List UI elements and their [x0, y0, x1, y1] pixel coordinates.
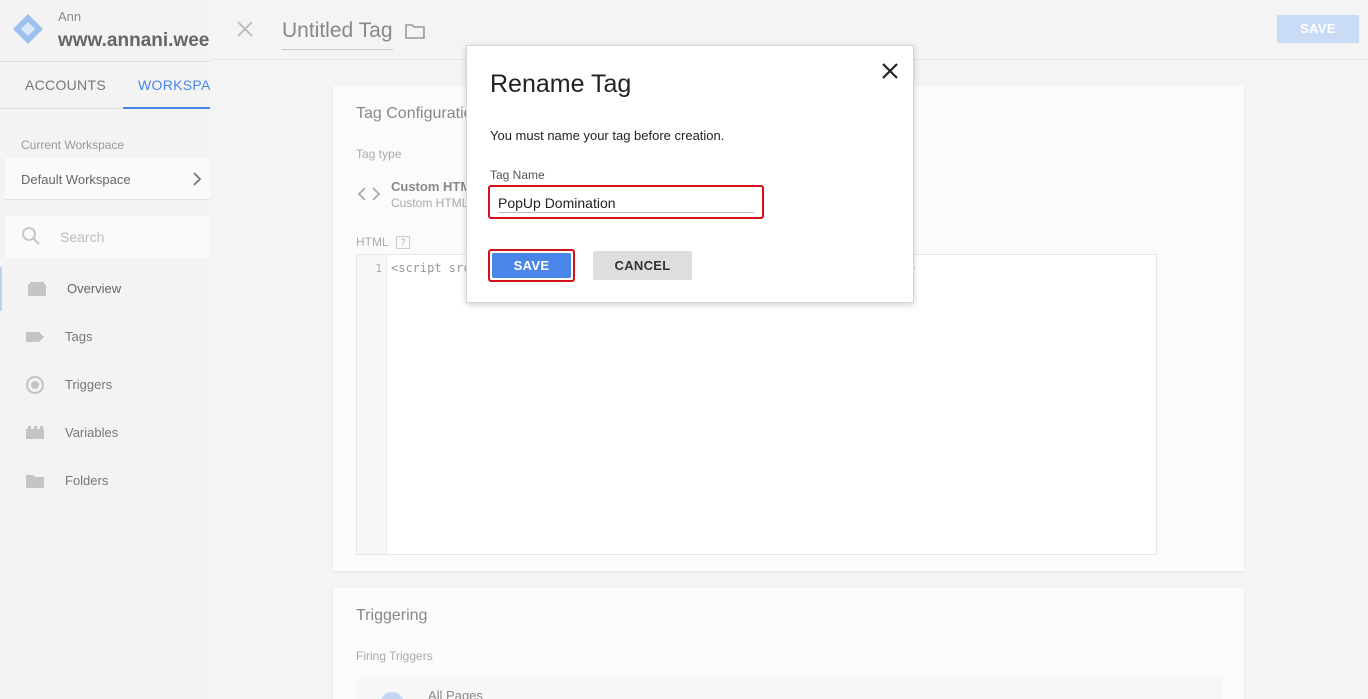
tag-name-label: Tag Name — [490, 168, 545, 182]
dialog-save-button[interactable]: SAVE — [492, 253, 571, 278]
rename-tag-dialog: Rename Tag You must name your tag before… — [466, 45, 914, 303]
tag-name-input[interactable] — [498, 193, 754, 213]
save-highlight: SAVE — [488, 249, 575, 282]
tag-name-highlight — [488, 185, 764, 219]
dialog-message: You must name your tag before creation. — [490, 128, 725, 143]
dialog-title: Rename Tag — [490, 70, 632, 98]
dialog-cancel-button[interactable]: CANCEL — [593, 251, 692, 280]
close-icon[interactable] — [880, 61, 900, 81]
modal-overlay: Rename Tag You must name your tag before… — [0, 0, 1368, 699]
